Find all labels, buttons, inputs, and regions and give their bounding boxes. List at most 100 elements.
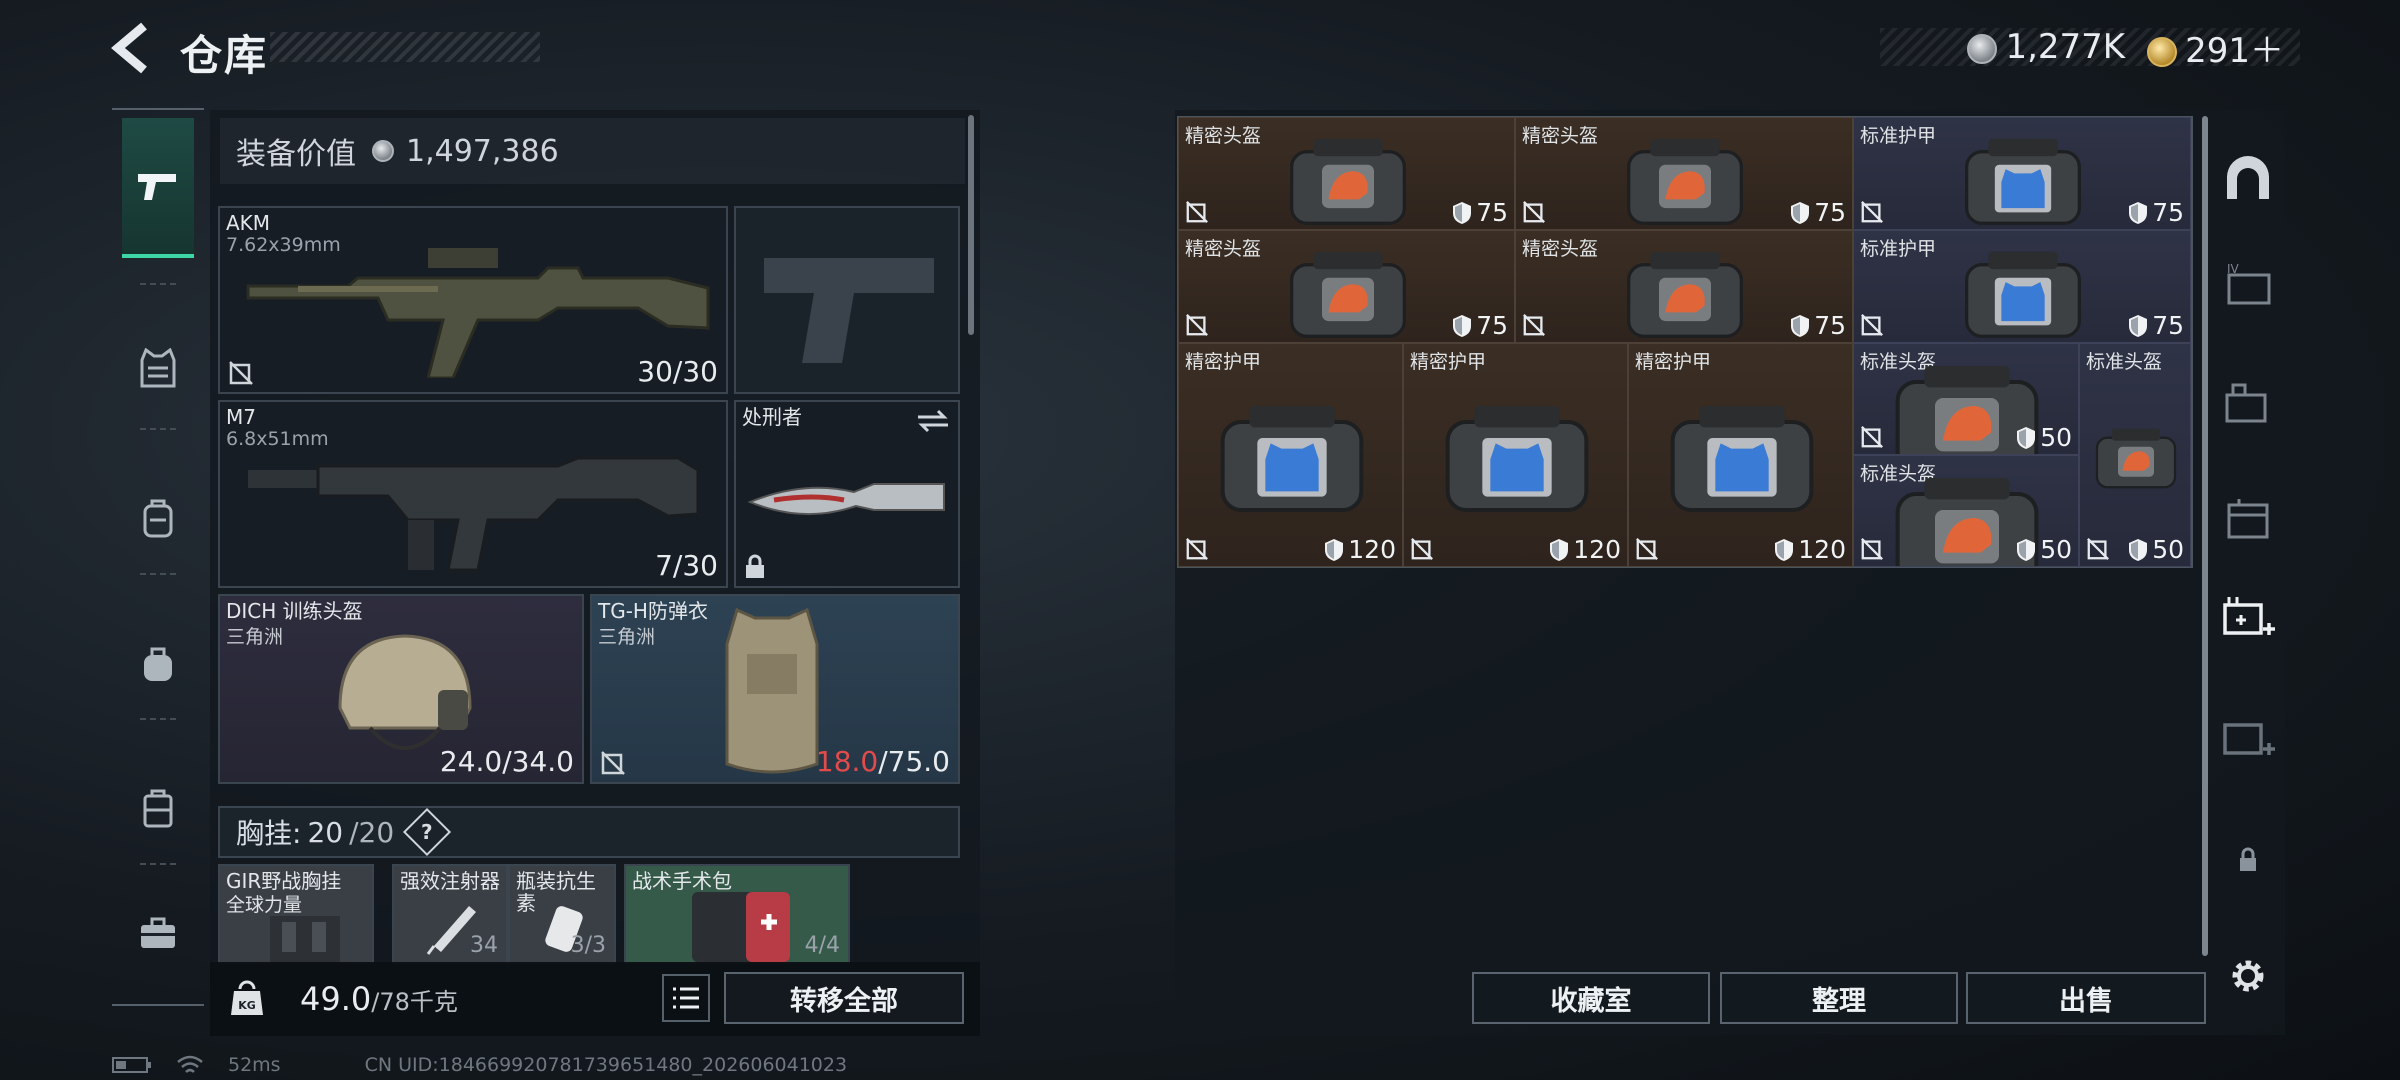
currency-bar: 1,277K 291＋ (1880, 27, 2300, 71)
lock-icon (746, 554, 764, 578)
storage-item[interactable]: 标准头盔 50 (2079, 343, 2191, 567)
storage-tab-locker[interactable] (2220, 490, 2276, 546)
chest-rig-total: /20 (349, 815, 395, 849)
tab-toolbox[interactable] (122, 863, 194, 1003)
settings-button[interactable] (2220, 948, 2276, 1004)
tab-weapons[interactable] (122, 118, 194, 258)
rail-divider (112, 1004, 204, 1006)
shield-icon (2129, 314, 2148, 337)
storage-item[interactable]: 精密护甲 120 (1178, 343, 1403, 567)
locker-icon (2227, 499, 2269, 539)
equipment-scrollbar[interactable] (968, 115, 974, 335)
helmet-case-image (1289, 251, 1406, 338)
storage-item-durability: 75 (1452, 198, 1508, 227)
storage-lock-toggle[interactable] (2220, 832, 2276, 888)
rig-item-name: GIR野战胸挂 (226, 869, 342, 893)
tab-case[interactable] (122, 738, 194, 878)
collection-button[interactable]: 收藏室 (1472, 972, 1710, 1024)
weight-max: /78千克 (371, 988, 458, 1016)
silver-currency[interactable]: 1,277K (1967, 27, 2125, 67)
storage-item[interactable]: 精密头盔 75 (1515, 117, 1853, 230)
pistol-silhouette-icon (764, 258, 934, 363)
rail-separator (140, 283, 176, 285)
secondary-weapon-slot[interactable]: M7 6.8x51mm 7/30 (218, 400, 728, 588)
organize-button[interactable]: 整理 (1720, 972, 1958, 1024)
tab-backpack[interactable] (122, 448, 194, 588)
toolbox-icon (141, 917, 175, 948)
shield-icon (2017, 538, 2036, 561)
gold-coin-icon (2147, 37, 2178, 67)
helmet-case-image (1627, 138, 1743, 225)
storage-item[interactable]: 精密护甲 120 (1403, 343, 1628, 567)
storage-item[interactable]: 精密头盔 75 (1178, 117, 1515, 230)
rig-item-surgery-kit[interactable]: 战术手术包 4/4 (624, 864, 850, 964)
melee-name: 处刑者 (742, 405, 802, 429)
no-insure-icon (1186, 538, 1208, 560)
silver-amount: 1,277K (2005, 27, 2126, 67)
armor-slot[interactable]: TG-H防弹衣 三角洲 18.0/75.0 (590, 594, 960, 784)
tab-bag[interactable] (122, 593, 194, 733)
storage-item-label: 精密护甲 (1185, 351, 1262, 373)
weight-readout: 49.0/78千克 (300, 980, 458, 1018)
no-insure-icon (1861, 201, 1883, 223)
wifi-icon (177, 1055, 203, 1073)
list-view-button[interactable] (662, 974, 710, 1022)
melee-slot[interactable]: 处刑者 (734, 400, 960, 588)
rig-item-injector[interactable]: 强效注射器 34 (392, 864, 508, 964)
storage-item-durability: 120 (1549, 535, 1621, 564)
durability-value: 120 (1798, 535, 1846, 564)
durability-value: 75 (1814, 198, 1846, 227)
knife-image (747, 483, 945, 516)
add-storage-icon (2223, 723, 2275, 755)
helmet-durability: 24.0/34.0 (439, 745, 574, 778)
shield-icon (1775, 538, 1794, 561)
help-icon[interactable]: ? (403, 807, 452, 857)
no-insure-icon (1861, 314, 1883, 336)
storage-item[interactable]: 标准护甲 75 (1853, 117, 2191, 230)
rig-item-count: 4/4 (804, 933, 840, 958)
storage-item[interactable]: 精密头盔 75 (1178, 230, 1515, 343)
storage-item[interactable]: 标准头盔 50 (1853, 343, 2079, 455)
storage-tab-gear[interactable] (2220, 374, 2276, 430)
helmet-slot[interactable]: DICH 训练头盔 三角洲 24.0/34.0 (218, 594, 584, 784)
storage-tab-expand[interactable] (2220, 590, 2276, 646)
weight-icon: KG (222, 972, 272, 1022)
sell-button[interactable]: 出售 (1966, 972, 2206, 1024)
equipment-value-bar: 装备价值 1,497,386 (220, 118, 965, 184)
durability-value: 75 (1476, 198, 1508, 227)
backpack-icon (143, 499, 173, 538)
transfer-all-button[interactable]: 转移全部 (724, 972, 964, 1024)
swap-icon[interactable] (916, 408, 950, 434)
rig-item-antibiotic[interactable]: 瓶装抗生素 3/3 (508, 864, 616, 964)
storage-item-durability: 75 (2128, 198, 2184, 227)
storage-item[interactable]: 标准护甲 75 (1853, 230, 2191, 343)
storage-item-durability: 75 (1790, 198, 1846, 227)
storage-tab-expand-locked[interactable] (2220, 710, 2276, 766)
pistol-slot[interactable] (734, 206, 960, 394)
no-insure-icon (1861, 538, 1883, 560)
armor-case-image (1670, 406, 1813, 512)
case-icon (143, 789, 173, 828)
svg-text:KG: KG (238, 999, 256, 1012)
storage-item[interactable]: 精密头盔 75 (1515, 230, 1853, 343)
storage-item-durability: 50 (2128, 535, 2184, 564)
storage-tab-home[interactable] (2220, 150, 2276, 206)
shield-icon (1325, 538, 1344, 561)
tab-armor[interactable] (122, 298, 194, 438)
storage-item[interactable]: 精密护甲 120 (1628, 343, 1853, 567)
back-button[interactable] (110, 22, 154, 74)
rig-item-name: 强效注射器 (400, 869, 500, 893)
helmet-case-image (2095, 428, 2177, 489)
gold-currency[interactable]: 291＋ (2147, 23, 2284, 72)
storage-item[interactable]: 标准头盔 50 (1853, 455, 2079, 567)
primary-weapon-slot[interactable]: AKM 7.62x39mm 30/30 (218, 206, 728, 394)
rail-divider (112, 108, 204, 110)
armor-name: TG-H防弹衣 (598, 599, 708, 623)
list-icon (673, 987, 699, 1009)
chest-rig-used: 20 (307, 815, 344, 849)
shield-icon (1453, 314, 1472, 337)
storage-scrollbar[interactable] (2202, 116, 2208, 956)
rig-item-vest[interactable]: GIR野战胸挂 全球力量 (218, 864, 374, 964)
storage-tab-level4[interactable]: IV (2220, 256, 2276, 312)
armor-vest-image (725, 607, 819, 774)
